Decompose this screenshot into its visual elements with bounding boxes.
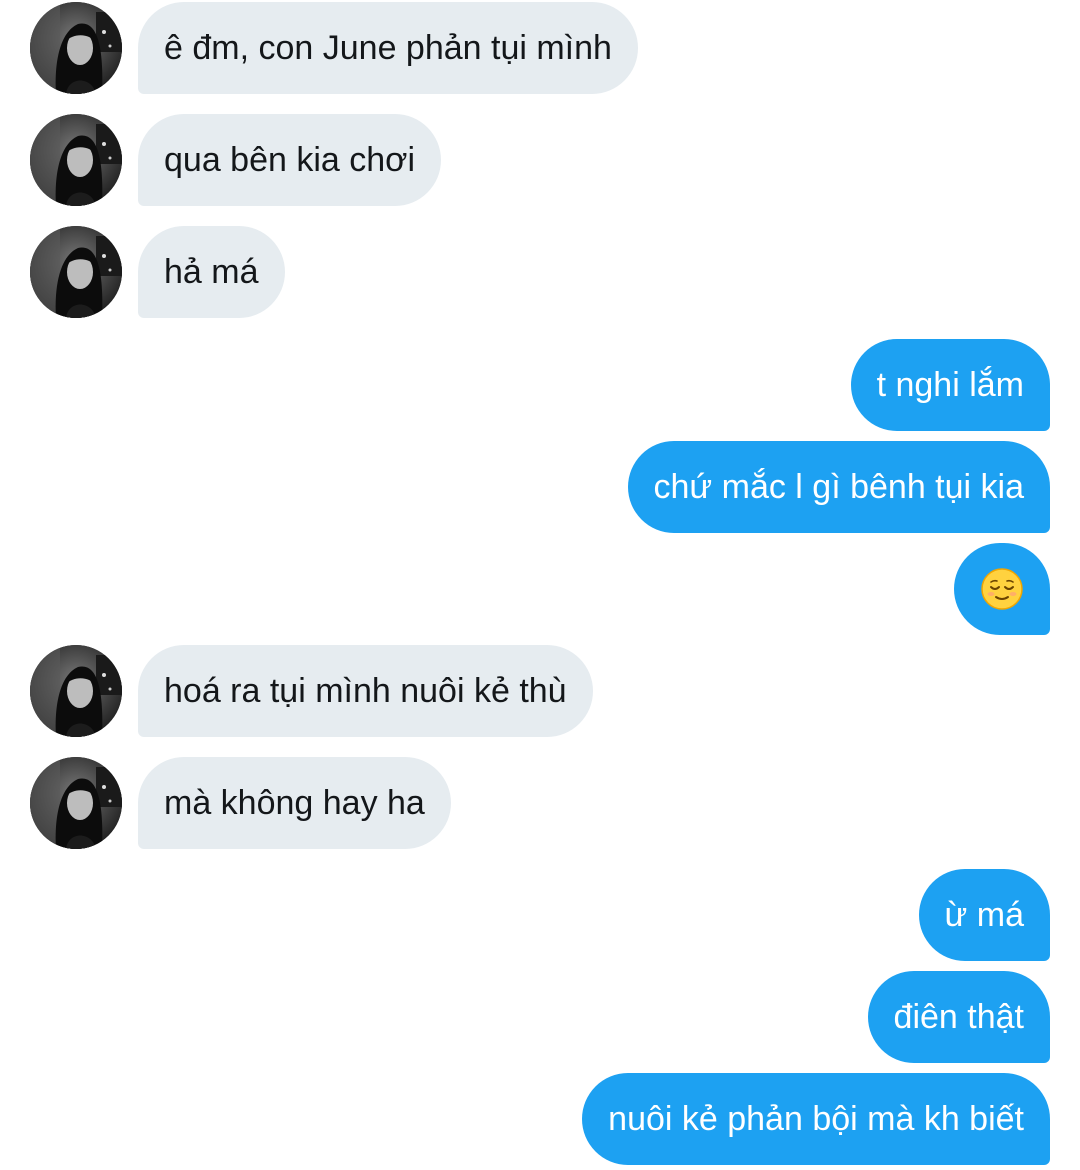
contact-avatar[interactable] — [30, 645, 122, 737]
message-text: t nghi lắm — [876, 365, 1024, 404]
message-bubble-outgoing[interactable]: nuôi kẻ phản bội mà kh biết — [582, 1073, 1050, 1165]
contact-avatar[interactable] — [30, 2, 122, 94]
message-text: nuôi kẻ phản bội mà kh biết — [608, 1099, 1024, 1138]
message-bubble-outgoing[interactable]: chứ mắc l gì bênh tụi kia — [627, 441, 1050, 533]
message-bubble-outgoing[interactable]: ừ má — [918, 869, 1050, 961]
message-bubble-outgoing[interactable]: t nghi lắm — [850, 339, 1050, 431]
message-text: điên thật — [893, 997, 1024, 1036]
message-text: chứ mắc l gì bênh tụi kia — [653, 467, 1025, 506]
message-text: ừ má — [944, 895, 1024, 934]
message-text: hả má — [164, 252, 259, 291]
message-text: qua bên kia chơi — [164, 140, 416, 179]
relieved-face-emoji-icon — [981, 568, 1023, 610]
message-bubble-incoming[interactable]: hả má — [138, 226, 285, 318]
message-text: ê đm, con June phản tụi mình — [164, 28, 612, 67]
message-bubble-outgoing[interactable] — [954, 543, 1050, 635]
message-bubble-outgoing[interactable]: điên thật — [867, 971, 1050, 1063]
message-text: mà không hay ha — [164, 783, 425, 822]
message-bubble-incoming[interactable]: qua bên kia chơi — [138, 114, 442, 206]
message-bubble-incoming[interactable]: mà không hay ha — [138, 757, 451, 849]
contact-avatar[interactable] — [30, 226, 122, 318]
message-bubble-incoming[interactable]: hoá ra tụi mình nuôi kẻ thù — [138, 645, 593, 737]
message-bubble-incoming[interactable]: ê đm, con June phản tụi mình — [138, 2, 638, 94]
contact-avatar[interactable] — [30, 114, 122, 206]
contact-avatar[interactable] — [30, 757, 122, 849]
message-text: hoá ra tụi mình nuôi kẻ thù — [164, 671, 567, 710]
